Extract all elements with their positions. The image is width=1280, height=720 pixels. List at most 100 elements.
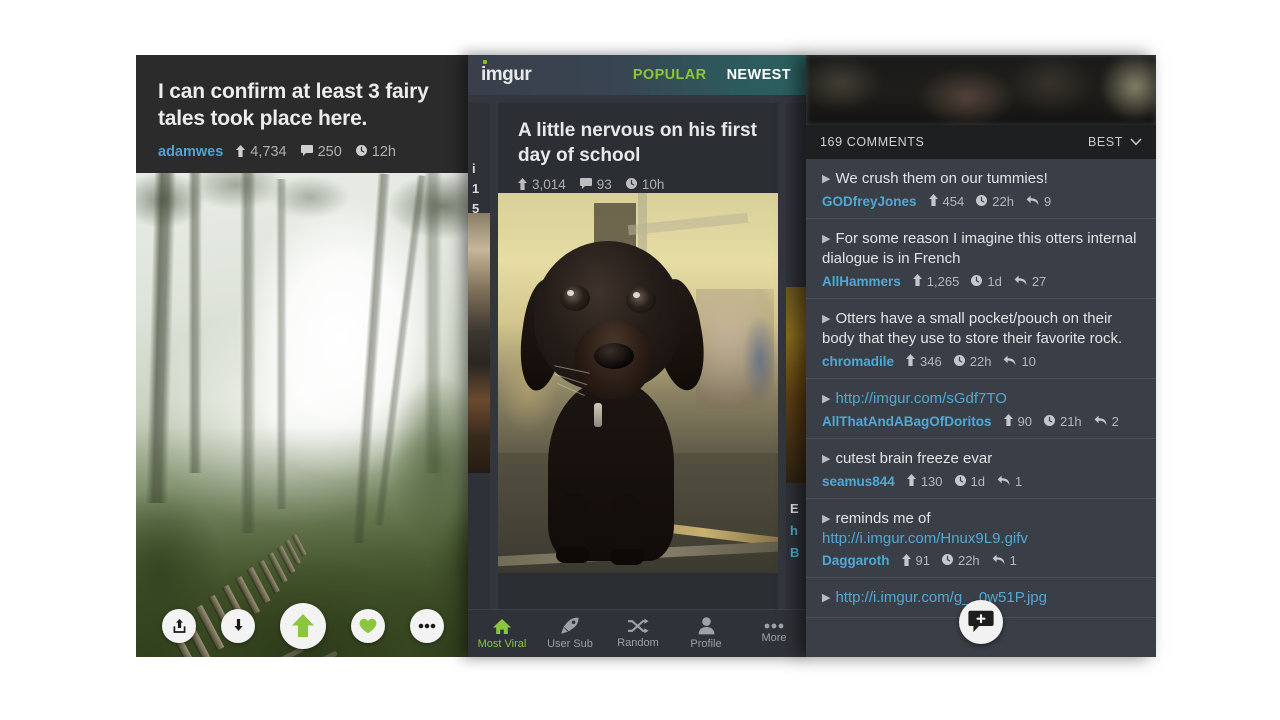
clock-icon [976, 194, 988, 208]
peek-fragment: 1 [472, 181, 480, 196]
comment-username[interactable]: GODfreyJones [822, 194, 917, 209]
screenshot-root: I can confirm at least 3 fairy tales too… [0, 0, 1280, 720]
collapse-caret-icon[interactable]: ▶ [822, 233, 830, 245]
feed-nav-tabs: POPULAR NEWEST [633, 67, 808, 83]
comment-link[interactable]: http://i.imgur.com/g__0w51P.jpg [835, 589, 1047, 606]
upvote-icon [236, 144, 246, 159]
comment-bubble-icon [579, 178, 592, 191]
center-feed-panel: imgur POPULAR NEWEST i 1 5 E h B A littl… [468, 55, 808, 657]
left-post-header: I can confirm at least 3 fairy tales too… [136, 55, 470, 172]
collapse-caret-icon[interactable]: ▶ [822, 513, 830, 525]
peek-fragment: 5 [472, 201, 480, 216]
blurred-post-preview[interactable] [806, 55, 1156, 125]
comment-time: 22h [953, 354, 991, 369]
comment-count-label: 169 COMMENTS [820, 135, 925, 149]
bottom-nav-label: Most Viral [477, 637, 527, 650]
comment-link[interactable]: http://imgur.com/sGdf7TO [835, 390, 1006, 407]
clock-icon [625, 178, 637, 191]
clock-icon [954, 474, 966, 488]
comment-text-row: ▶ reminds me of http://i.imgur.com/Hnux9L… [822, 509, 1140, 549]
download-arrow-icon [231, 618, 246, 634]
comment-text: For some reason I imagine this otters in… [822, 229, 1137, 267]
collapse-caret-icon[interactable]: ▶ [822, 313, 830, 325]
tab-popular[interactable]: POPULAR [633, 67, 707, 83]
clock-icon [971, 274, 983, 288]
comment-username[interactable]: AllHammers [822, 274, 901, 289]
comment-item[interactable]: ▶ Otters have a small pocket/pouch on the… [806, 298, 1156, 379]
bottom-nav-profile[interactable]: Profile [672, 617, 740, 650]
favorite-button[interactable] [350, 609, 385, 643]
comment-text-row: ▶ For some reason I imagine this otters i… [822, 229, 1140, 269]
comment-meta: AllHammers 1,265 1d 27 [822, 274, 1140, 289]
comment-points: 130 [906, 474, 943, 489]
ellipsis-icon [764, 623, 784, 629]
puppy-paw [610, 549, 644, 565]
upvote-icon [518, 177, 527, 192]
collapse-caret-icon[interactable]: ▶ [822, 453, 830, 465]
comment-item[interactable]: ▶ http://imgur.com/sGdf7TO AllThatAndABag… [806, 378, 1156, 439]
bottom-nav-user-sub[interactable]: User Sub [536, 617, 604, 650]
share-icon [172, 618, 187, 634]
bottom-nav-most-viral[interactable]: Most Viral [468, 618, 536, 650]
left-post-username[interactable]: adamwes [158, 144, 223, 160]
comment-link[interactable]: http://i.imgur.com/Hnux9L9.gifv [822, 530, 1028, 547]
peek-card-right[interactable]: E h B [786, 103, 808, 615]
peek-image-right [786, 287, 808, 483]
comment-time: 22h [941, 553, 980, 568]
bottom-nav-label: More [761, 632, 787, 644]
comment-replies: 27 [1014, 274, 1046, 289]
puppy-leg [614, 495, 640, 557]
left-post-image[interactable] [136, 173, 470, 657]
upvote-icon [906, 474, 916, 488]
bottom-nav-label: Profile [690, 638, 722, 650]
comments-header: 169 COMMENTS BEST [806, 125, 1156, 159]
imgur-logo[interactable]: imgur [481, 60, 532, 86]
reply-arrow-icon [1014, 275, 1027, 288]
share-button[interactable] [162, 609, 197, 643]
comment-item[interactable]: ▶ For some reason I imagine this otters i… [806, 218, 1156, 299]
shuffle-icon [627, 618, 649, 634]
comment-item[interactable]: ▶ cutest brain freeze evar seamus844 130 … [806, 438, 1156, 499]
collapse-caret-icon[interactable]: ▶ [822, 592, 830, 604]
comment-time: 1d [971, 274, 1002, 289]
left-post-action-bar [136, 595, 470, 657]
comment-username[interactable]: seamus844 [822, 474, 895, 489]
center-post-title: A little nervous on his first day of sch… [518, 120, 757, 166]
bottom-nav-more[interactable]: More [740, 623, 808, 644]
comment-sort-dropdown[interactable]: BEST [1088, 135, 1142, 149]
forest-canopy [136, 173, 470, 323]
comment-time: 1d [954, 474, 985, 489]
comment-item[interactable]: ▶ reminds me of http://i.imgur.com/Hnux9L… [806, 498, 1156, 579]
comment-text-row: ▶ http://imgur.com/sGdf7TO [822, 389, 1140, 409]
upvote-button[interactable] [279, 603, 326, 649]
comment-text-row: ▶ We crush them on our tummies! [822, 169, 1140, 189]
collapse-caret-icon[interactable]: ▶ [822, 393, 830, 405]
comment-replies: 2 [1094, 414, 1119, 429]
puppy-eye [626, 287, 656, 313]
home-icon [492, 618, 512, 635]
comments-list[interactable]: ▶ We crush them on our tummies! GODfreyJo… [806, 159, 1156, 657]
comment-meta: Daggaroth 91 22h 1 [822, 553, 1140, 568]
center-post-card[interactable]: A little nervous on his first day of sch… [498, 103, 778, 615]
comment-plus-icon [968, 610, 994, 634]
left-post-comments: 250 [300, 144, 342, 160]
reply-arrow-icon [997, 475, 1010, 488]
add-comment-button[interactable] [959, 600, 1003, 644]
upvote-icon [912, 274, 922, 288]
bottom-nav-random[interactable]: Random [604, 618, 672, 649]
more-button[interactable] [409, 609, 444, 643]
comment-replies: 10 [1003, 354, 1036, 369]
imgur-wordmark: imgur [481, 64, 532, 85]
comment-username[interactable]: AllThatAndABagOfDoritos [822, 414, 992, 429]
chevron-down-icon [1130, 138, 1142, 146]
tab-newest[interactable]: NEWEST [727, 67, 791, 83]
collapse-caret-icon[interactable]: ▶ [822, 173, 830, 185]
heart-icon [359, 618, 377, 634]
imgur-topbar: imgur POPULAR NEWEST [468, 55, 808, 95]
comment-username[interactable]: chromadile [822, 354, 894, 369]
comment-username[interactable]: Daggaroth [822, 553, 890, 568]
center-post-image[interactable] [498, 193, 778, 573]
download-button[interactable] [221, 609, 256, 643]
comment-item[interactable]: ▶ We crush them on our tummies! GODfreyJo… [806, 159, 1156, 219]
peek-card-left[interactable]: i 1 5 [468, 103, 490, 615]
